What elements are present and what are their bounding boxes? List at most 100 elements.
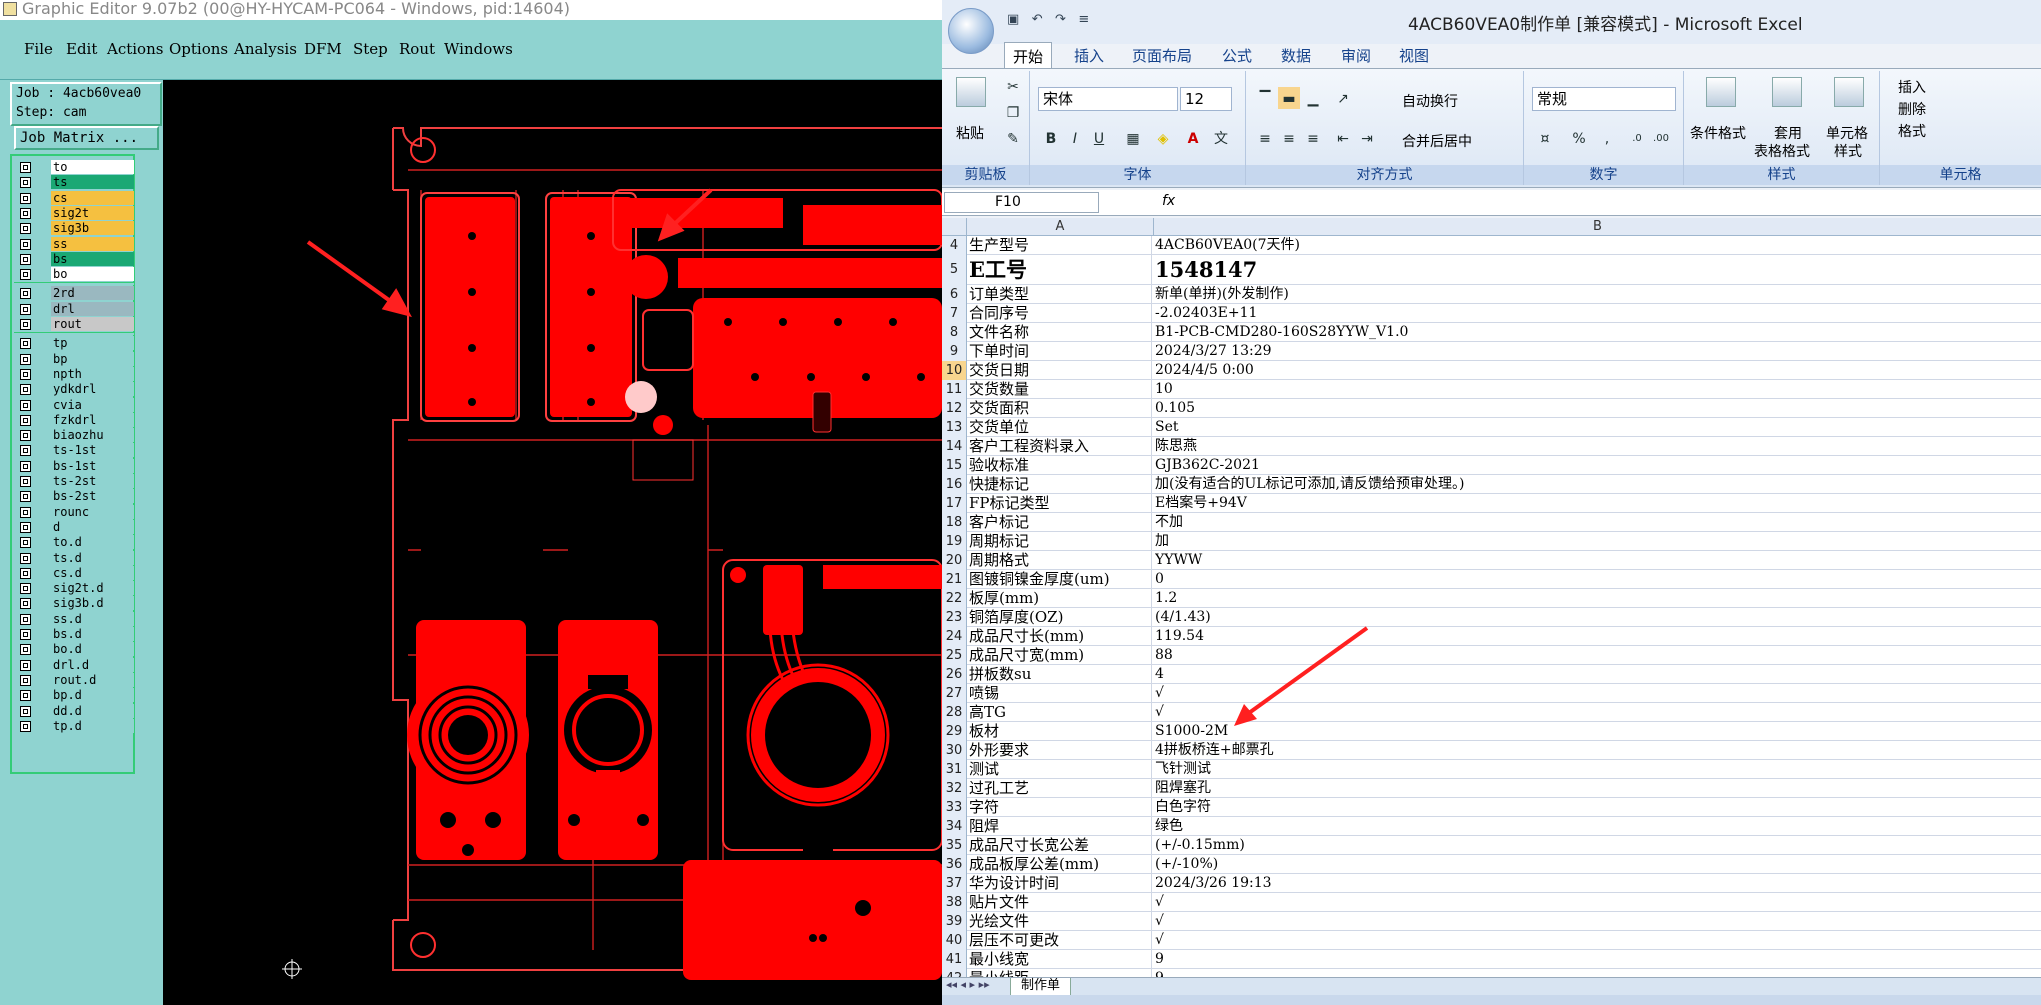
cell-b[interactable]: 4 xyxy=(1155,665,2035,684)
row-number[interactable]: 40 xyxy=(942,931,967,950)
cell-a[interactable]: 交货单位 xyxy=(969,418,1152,437)
layer-checkbox[interactable] xyxy=(20,583,31,595)
row-number[interactable]: 10 xyxy=(942,361,967,380)
layer-checkbox[interactable] xyxy=(20,414,31,426)
cell-a[interactable]: 阻焊 xyxy=(969,817,1152,836)
font-name-select[interactable]: 宋体 xyxy=(1038,87,1178,111)
layer-checkbox[interactable] xyxy=(20,319,31,330)
cell-a[interactable]: 客户标记 xyxy=(969,513,1152,532)
row-number[interactable]: 16 xyxy=(942,475,967,494)
cell-b[interactable]: S1000-2M xyxy=(1155,722,2035,741)
paste-button[interactable]: 粘贴 xyxy=(956,123,984,143)
layer-checkbox[interactable] xyxy=(20,269,31,281)
menu-actions[interactable]: Actions xyxy=(107,40,163,58)
redo-icon[interactable]: ↷ xyxy=(1055,12,1066,27)
cell-a[interactable]: 高TG xyxy=(969,703,1152,722)
layer-name[interactable]: drl.d xyxy=(51,657,134,672)
increase-decimal-icon[interactable]: .0 xyxy=(1626,127,1648,149)
row-number[interactable]: 29 xyxy=(942,722,967,741)
cell-b[interactable]: 9 xyxy=(1155,950,2035,969)
name-box[interactable]: F10 xyxy=(944,192,1099,213)
column-header-a[interactable]: A xyxy=(967,218,1154,236)
layer-checkbox[interactable] xyxy=(20,430,31,442)
cell-a[interactable]: 光绘文件 xyxy=(969,912,1152,931)
layer-name[interactable]: ts.d xyxy=(51,550,134,565)
layer-row[interactable]: sig3b.d xyxy=(14,596,134,611)
cell-a[interactable]: 交货数量 xyxy=(969,380,1152,399)
layer-row[interactable]: bs.d xyxy=(14,627,134,642)
row-number[interactable]: 6 xyxy=(942,285,967,304)
layer-checkbox[interactable] xyxy=(20,644,31,656)
orientation-icon[interactable]: ↗ xyxy=(1332,87,1354,109)
cell-a[interactable]: 成品尺寸长(mm) xyxy=(969,627,1152,646)
row-number[interactable]: 12 xyxy=(942,399,967,418)
comma-button[interactable]: , xyxy=(1596,127,1618,149)
cell-styles-label-b[interactable]: 样式 xyxy=(1834,141,1862,161)
row-number[interactable]: 18 xyxy=(942,513,967,532)
cell-a[interactable]: 华为设计时间 xyxy=(969,874,1152,893)
cell-b[interactable]: √ xyxy=(1155,703,2035,722)
layer-name[interactable]: cvia xyxy=(51,397,134,412)
cell-b[interactable]: 9 xyxy=(1155,969,2035,977)
cell-b[interactable]: 新单(单拼)(外发制作) xyxy=(1155,285,2035,304)
row-number[interactable]: 8 xyxy=(942,323,967,342)
layer-row[interactable]: npth xyxy=(14,366,134,382)
row-number[interactable]: 35 xyxy=(942,836,967,855)
cell-b[interactable]: 10 xyxy=(1155,380,2035,399)
layer-row[interactable]: ss xyxy=(14,236,134,252)
phonetic-icon[interactable]: 文 xyxy=(1210,127,1232,149)
layer-row[interactable]: bo xyxy=(14,267,134,282)
layer-row[interactable]: bs-2st xyxy=(14,489,134,504)
layer-checkbox[interactable] xyxy=(20,223,31,235)
menu-edit[interactable]: Edit xyxy=(66,40,97,58)
format-table-icon[interactable] xyxy=(1772,77,1802,107)
cell-b[interactable]: √ xyxy=(1155,893,2035,912)
layer-checkbox[interactable] xyxy=(20,476,31,487)
underline-button[interactable]: U xyxy=(1088,127,1110,149)
layer-checkbox[interactable] xyxy=(20,674,31,686)
row-number[interactable]: 13 xyxy=(942,418,967,437)
layer-name[interactable]: ts-2st xyxy=(51,474,134,488)
tab-view[interactable]: 视图 xyxy=(1391,42,1437,69)
layer-name[interactable]: npth xyxy=(51,366,134,381)
row-number[interactable]: 19 xyxy=(942,532,967,551)
cell-b[interactable]: B1-PCB-CMD280-160S28YYW_V1.0 xyxy=(1155,323,2035,342)
cell-a[interactable]: 合同序号 xyxy=(969,304,1152,323)
row-number[interactable]: 25 xyxy=(942,646,967,665)
layer-checkbox[interactable] xyxy=(20,720,31,732)
layer-name[interactable]: rounc xyxy=(51,504,134,519)
row-number[interactable]: 23 xyxy=(942,608,967,627)
layer-name[interactable]: ss xyxy=(51,236,134,251)
row-number[interactable]: 24 xyxy=(942,627,967,646)
layer-name[interactable]: bo xyxy=(51,267,134,282)
align-center-icon[interactable]: ≡ xyxy=(1278,127,1300,149)
layer-checkbox[interactable] xyxy=(20,338,31,350)
layer-name[interactable]: bs-2st xyxy=(51,489,134,504)
conditional-format-button[interactable]: 条件格式 xyxy=(1690,123,1746,143)
merge-center-button[interactable]: 合并后居中 xyxy=(1402,131,1472,151)
row-number[interactable]: 27 xyxy=(942,684,967,703)
layer-row[interactable]: cvia xyxy=(14,397,134,413)
layer-name[interactable]: sig2t xyxy=(51,205,134,220)
layer-row[interactable]: ts-1st xyxy=(14,443,134,458)
row-number[interactable]: 14 xyxy=(942,437,967,456)
layer-row[interactable]: cs xyxy=(14,190,134,206)
row-number[interactable]: 28 xyxy=(942,703,967,722)
percent-button[interactable]: % xyxy=(1568,127,1590,149)
layer-row[interactable]: drl.d xyxy=(14,657,134,673)
italic-button[interactable]: I xyxy=(1064,127,1086,149)
layer-row[interactable]: dd.d xyxy=(14,703,134,719)
layer-checkbox[interactable] xyxy=(20,253,31,265)
layer-name[interactable]: biaozhu xyxy=(51,428,134,443)
cell-b[interactable]: GJB362C-2021 xyxy=(1155,456,2035,475)
layer-row[interactable]: rout.d xyxy=(14,672,134,688)
cell-a[interactable]: 文件名称 xyxy=(969,323,1152,342)
layer-checkbox[interactable] xyxy=(20,177,31,189)
cell-b[interactable]: 1548147 xyxy=(1155,255,2035,285)
cell-b[interactable]: -2.02403E+11 xyxy=(1155,304,2035,323)
layer-checkbox[interactable] xyxy=(20,288,31,300)
cell-b[interactable]: 1.2 xyxy=(1155,589,2035,608)
align-left-icon[interactable]: ≡ xyxy=(1254,127,1276,149)
layer-name[interactable]: bp xyxy=(51,351,134,366)
tab-data[interactable]: 数据 xyxy=(1273,42,1319,69)
